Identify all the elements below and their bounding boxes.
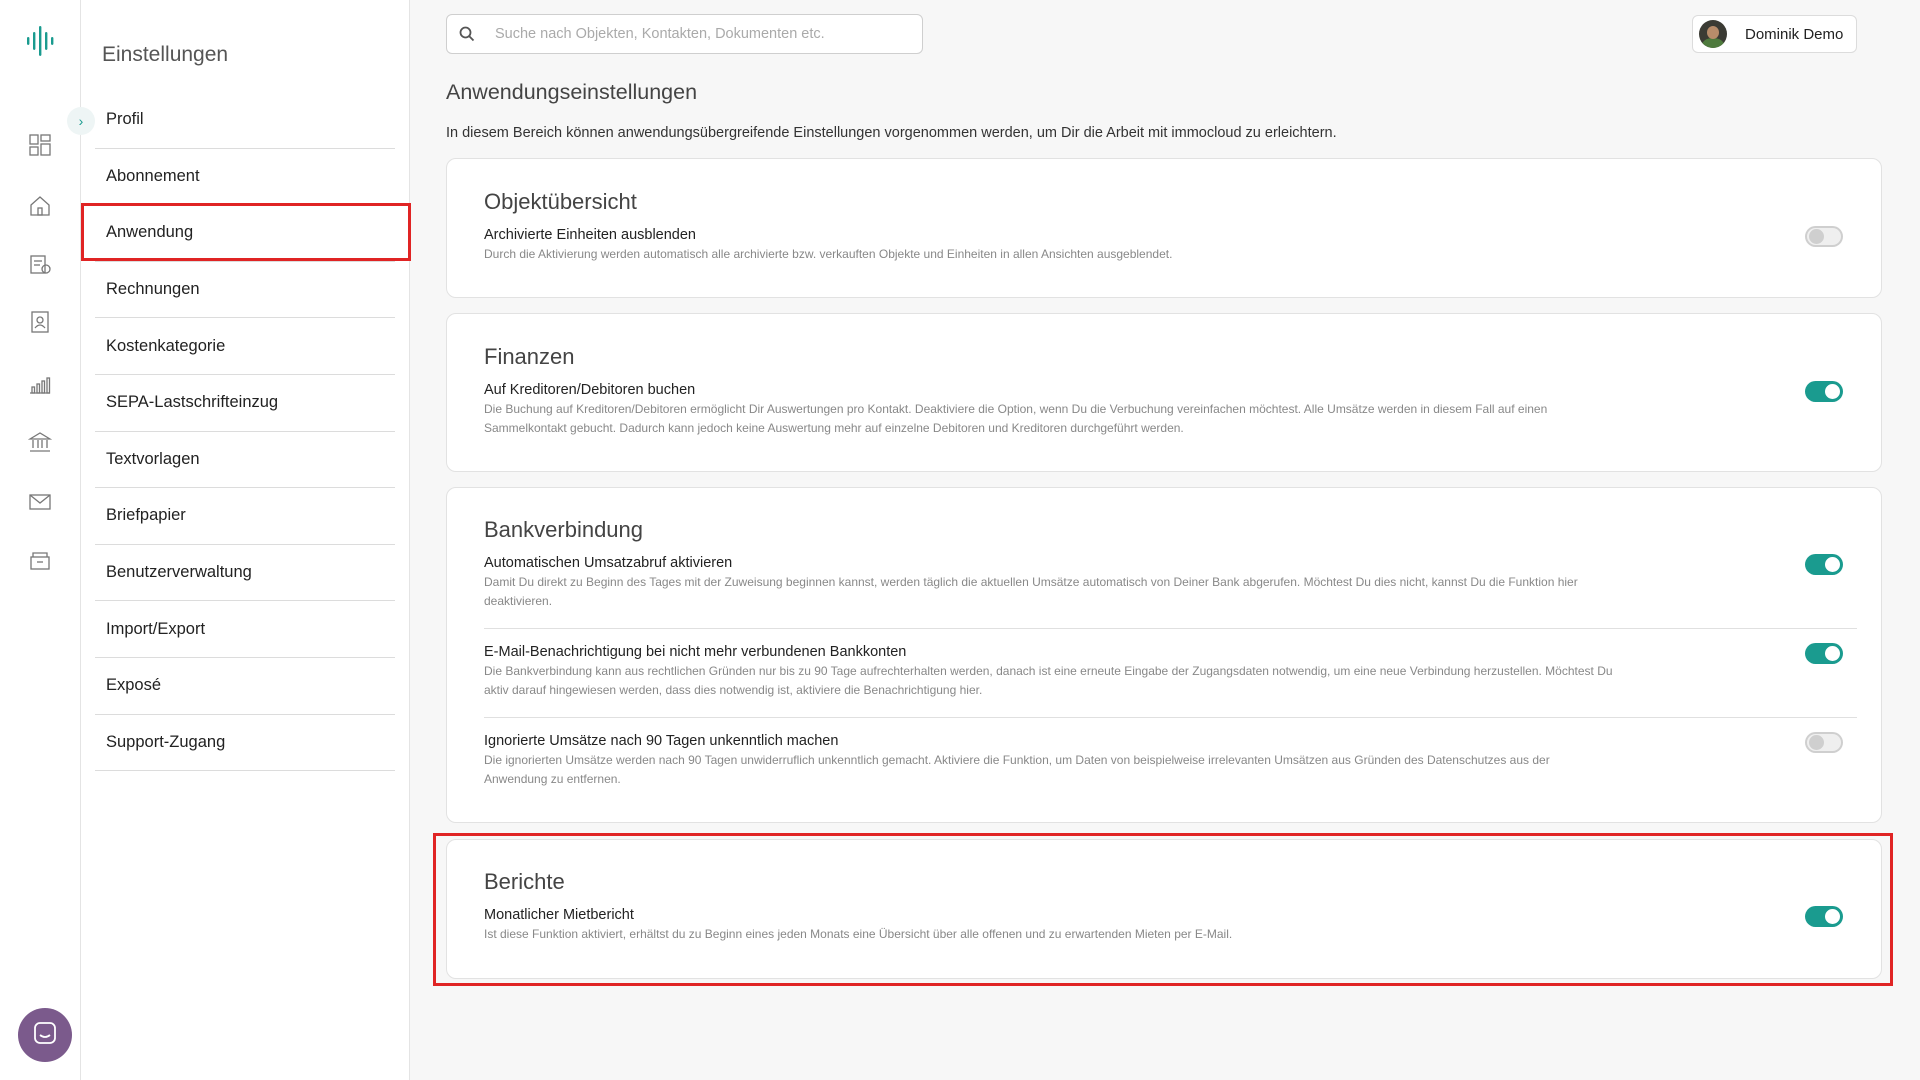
menu-item-kostenkategorie[interactable]: Kostenkategorie	[95, 318, 395, 375]
user-menu[interactable]: Dominik Demo	[1692, 15, 1857, 53]
setting-label: Automatischen Umsatzabruf aktivieren	[484, 555, 733, 571]
setting-row: E-Mail-Benachrichtigung bei nicht mehr v…	[484, 644, 1857, 700]
menu-item-benutzerverwaltung[interactable]: Benutzerverwaltung	[95, 545, 395, 602]
toggle-kreditoren-debitoren[interactable]	[1805, 381, 1843, 402]
card-finanzen: Finanzen Auf Kreditoren/Debitoren buchen…	[446, 313, 1882, 472]
toggle-archivierte-einheiten[interactable]	[1805, 226, 1843, 247]
page-description: In diesem Bereich können anwendungsüberg…	[446, 125, 1337, 141]
chat-button[interactable]	[18, 1008, 72, 1062]
bank-icon[interactable]	[27, 430, 53, 454]
home-icon[interactable]	[28, 194, 52, 218]
card-objektuebersicht: Objektübersicht Archivierte Einheiten au…	[446, 158, 1882, 298]
settings-title: Einstellungen	[102, 43, 229, 66]
divider	[484, 628, 1857, 629]
search-box[interactable]	[446, 14, 923, 54]
card-title: Bankverbindung	[484, 517, 644, 542]
icon-rail	[0, 0, 81, 1080]
setting-row: Ignorierte Umsätze nach 90 Tagen unkennt…	[484, 733, 1857, 789]
setting-description: Durch die Aktivierung werden automatisch…	[484, 247, 1173, 261]
search-icon	[447, 26, 487, 42]
setting-label: Archivierte Einheiten ausblenden	[484, 227, 696, 243]
setting-description: Die Buchung auf Kreditoren/Debitoren erm…	[484, 402, 1548, 435]
immocloud-logo[interactable]	[26, 24, 56, 58]
menu-item-sepa[interactable]: SEPA-Lastschrifteinzug	[95, 375, 395, 432]
setting-label: Auf Kreditoren/Debitoren buchen	[484, 382, 696, 398]
menu-item-expose[interactable]: Exposé	[95, 658, 395, 715]
setting-row: Automatischen Umsatzabruf aktivieren Dam…	[484, 555, 1857, 611]
menu-item-abonnement[interactable]: Abonnement	[95, 149, 395, 206]
chart-icon[interactable]	[28, 372, 52, 396]
highlight-box-berichte	[433, 833, 1893, 986]
mail-icon[interactable]	[28, 490, 52, 514]
toggle-ignorierte-umsaetze[interactable]	[1805, 732, 1843, 753]
highlight-box-menu	[81, 203, 411, 261]
toggle-email-benachrichtigung[interactable]	[1805, 643, 1843, 664]
search-input[interactable]	[487, 26, 907, 42]
setting-description: Die Bankverbindung kann aus rechtlichen …	[484, 664, 1613, 697]
archive-icon[interactable]	[28, 548, 52, 572]
settings-menu-list: Profil Abonnement Anwendung Rechnungen K…	[95, 92, 395, 772]
menu-item-rechnungen[interactable]: Rechnungen	[95, 262, 395, 319]
menu-item-briefpapier[interactable]: Briefpapier	[95, 488, 395, 545]
setting-description: Die ignorierten Umsätze werden nach 90 T…	[484, 753, 1550, 786]
divider	[484, 717, 1857, 718]
chevron-right-icon: ›	[78, 113, 84, 129]
setting-label: E-Mail-Benachrichtigung bei nicht mehr v…	[484, 644, 907, 660]
chat-icon	[32, 1020, 58, 1051]
contacts-icon[interactable]	[28, 310, 52, 334]
page-title: Anwendungseinstellungen	[446, 80, 698, 104]
user-name: Dominik Demo	[1745, 25, 1844, 43]
invoice-icon[interactable]	[28, 252, 52, 276]
card-bankverbindung: Bankverbindung Automatischen Umsatzabruf…	[446, 487, 1882, 823]
toggle-umsatzabruf[interactable]	[1805, 554, 1843, 575]
menu-item-textvorlagen[interactable]: Textvorlagen	[95, 432, 395, 489]
settings-menu: Einstellungen › Profil Abonnement Anwend…	[67, 0, 410, 1080]
collapse-menu-button[interactable]: ›	[67, 107, 95, 135]
setting-row: Auf Kreditoren/Debitoren buchen Die Buch…	[484, 382, 1857, 438]
setting-label: Ignorierte Umsätze nach 90 Tagen unkennt…	[484, 733, 839, 749]
card-title: Objektübersicht	[484, 189, 637, 214]
card-title: Finanzen	[484, 344, 575, 369]
avatar	[1699, 20, 1727, 48]
setting-row: Archivierte Einheiten ausblenden Durch d…	[484, 227, 1857, 264]
dashboard-icon[interactable]	[28, 133, 52, 157]
setting-description: Damit Du direkt zu Beginn des Tages mit …	[484, 575, 1578, 608]
menu-item-import-export[interactable]: Import/Export	[95, 601, 395, 658]
menu-item-support-zugang[interactable]: Support-Zugang	[95, 715, 395, 772]
menu-item-profil[interactable]: Profil	[95, 92, 395, 149]
